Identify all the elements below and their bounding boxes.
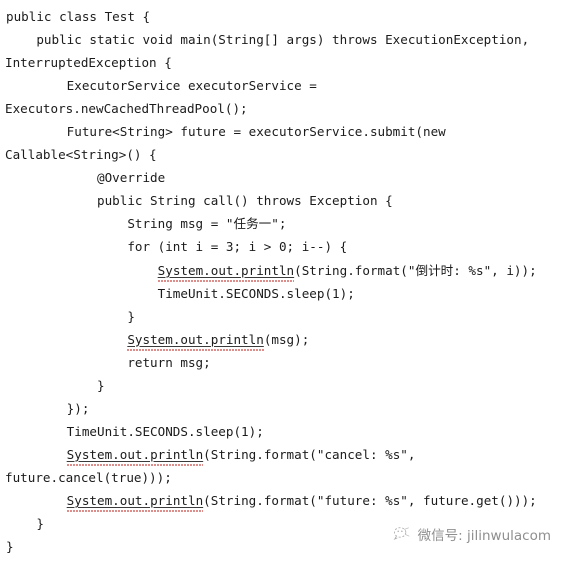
- code-line: public String call() throws Exception {: [6, 189, 560, 212]
- code-text: @Override: [6, 170, 166, 186]
- code-text: Callable<String>() {: [5, 147, 157, 163]
- code-line: System.out.println(String.format("倒计时: %…: [6, 259, 560, 282]
- code-text: ";: [271, 216, 287, 232]
- code-line: TimeUnit.SECONDS.sleep(1);: [6, 420, 560, 443]
- code-line: Executors.newCachedThreadPool();: [5, 97, 560, 120]
- code-line: String msg = "任务一";: [6, 212, 560, 235]
- code-line: }: [6, 305, 560, 328]
- code-text: (String.format(": [294, 262, 416, 278]
- code-text-cjk: 任务一: [233, 216, 272, 232]
- code-text: : %s", i));: [453, 262, 537, 278]
- code-text: TimeUnit.SECONDS.sleep(1);: [6, 423, 264, 439]
- inspection-squiggle: System.out.println: [67, 493, 203, 508]
- code-line: TimeUnit.SECONDS.sleep(1);: [6, 282, 560, 305]
- inspection-squiggle: System.out.println: [127, 332, 263, 347]
- code-line: public class Test {: [6, 5, 560, 28]
- code-line: @Override: [6, 166, 560, 189]
- code-text: System.out.println: [127, 331, 264, 347]
- code-text-cjk: 倒计时: [415, 262, 454, 278]
- code-text: System.out.println: [157, 262, 295, 278]
- code-line: System.out.println(msg);: [6, 328, 560, 351]
- code-text: (String.format("future: %s", future.get(…: [203, 492, 537, 508]
- inspection-squiggle: System.out.println: [67, 447, 203, 462]
- code-text: });: [6, 400, 90, 416]
- code-line: for (int i = 3; i > 0; i--) {: [6, 235, 560, 258]
- code-text: future.cancel(true)));: [5, 469, 172, 485]
- code-line: System.out.println(String.format("future…: [6, 489, 560, 512]
- code-text: public String call() throws Exception {: [6, 193, 393, 209]
- code-line: });: [6, 397, 560, 420]
- code-text: }: [6, 377, 105, 393]
- code-line: Future<String> future = executorService.…: [6, 120, 560, 143]
- code-block: public class Test { public static void m…: [0, 0, 562, 561]
- code-text: ExecutorService executorService =: [6, 78, 317, 94]
- code-text: System.out.println: [66, 446, 204, 462]
- code-text: for (int i = 3; i > 0; i--) {: [6, 239, 348, 255]
- code-line: InterruptedException {: [5, 51, 560, 74]
- code-text: Executors.newCachedThreadPool();: [5, 101, 248, 117]
- code-line: future.cancel(true)));: [5, 466, 560, 489]
- code-text: System.out.println: [66, 492, 204, 508]
- code-text: TimeUnit.SECONDS.sleep(1);: [6, 285, 355, 301]
- code-line: ExecutorService executorService =: [6, 74, 560, 97]
- code-line: System.out.println(String.format("cancel…: [6, 443, 560, 466]
- inspection-squiggle: System.out.println: [158, 263, 294, 278]
- code-line: }: [6, 535, 560, 558]
- code-line: public static void main(String[] args) t…: [6, 28, 560, 51]
- code-line: return msg;: [6, 351, 560, 374]
- code-text: }: [6, 516, 44, 532]
- code-text: return msg;: [6, 354, 211, 370]
- code-line: }: [6, 512, 560, 535]
- code-text: }: [6, 308, 135, 324]
- code-text: String msg = ": [6, 216, 234, 232]
- code-text: public class Test {: [6, 9, 151, 24]
- code-text: public static void main(String[] args) t…: [6, 32, 530, 48]
- code-text: }: [6, 539, 14, 555]
- code-text: (String.format("cancel: %s",: [203, 446, 416, 462]
- code-text: (msg);: [263, 331, 310, 347]
- code-text: Future<String> future = executorService.…: [6, 124, 446, 140]
- code-line: Callable<String>() {: [5, 143, 560, 166]
- code-line: }: [6, 374, 560, 397]
- code-text: InterruptedException {: [5, 55, 172, 71]
